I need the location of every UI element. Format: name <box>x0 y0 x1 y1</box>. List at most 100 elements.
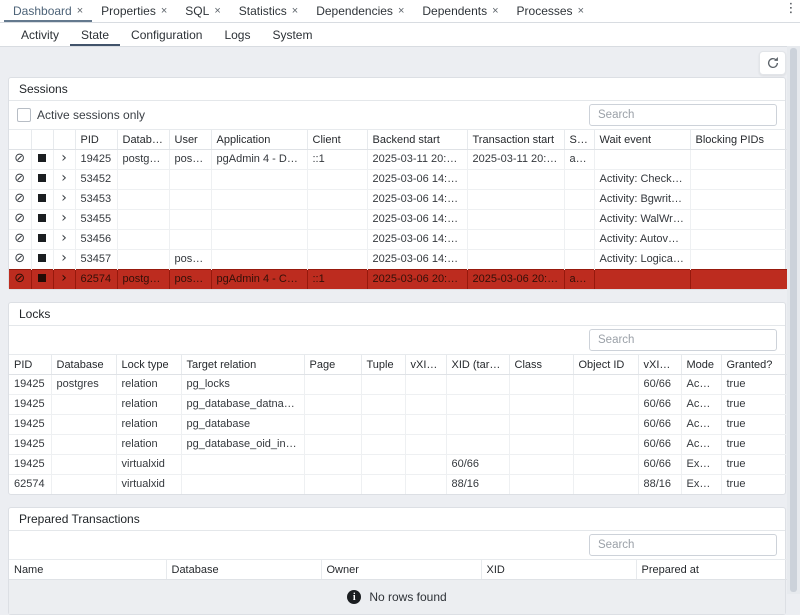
cell-database[interactable] <box>51 395 116 415</box>
cell-page[interactable] <box>304 455 361 475</box>
terminate-session-icon[interactable] <box>38 214 46 222</box>
column-header-name[interactable]: Name <box>9 560 166 580</box>
column-header-database[interactable]: Database <box>51 355 116 375</box>
cell-xid-target-[interactable]: 60/66 <box>446 455 509 475</box>
prepared-search-input[interactable] <box>589 534 777 556</box>
close-icon[interactable]: × <box>398 6 404 17</box>
cell-vxid-t-[interactable] <box>405 415 446 435</box>
cell-vxid-[interactable]: 60/66 <box>638 435 681 455</box>
cell-class[interactable] <box>509 475 573 495</box>
cell-application[interactable]: pgAdmin 4 - CONN:6... <box>211 270 307 290</box>
cell-client[interactable] <box>307 170 367 190</box>
cell-target-relation[interactable]: pg_locks <box>181 375 304 395</box>
cell-mode[interactable]: Exclusi... <box>681 475 721 495</box>
cell-vxid-[interactable]: 60/66 <box>638 395 681 415</box>
cell-transaction-start[interactable] <box>467 170 564 190</box>
lock-row[interactable]: 62574virtualxid88/1688/16Exclusi...true <box>9 475 787 495</box>
terminate-session-icon[interactable] <box>38 154 46 162</box>
cell-class[interactable] <box>509 435 573 455</box>
close-icon[interactable]: × <box>161 6 167 17</box>
cell-client[interactable] <box>307 230 367 250</box>
cell-vxid-t-[interactable] <box>405 475 446 495</box>
cell-lock-type[interactable]: relation <box>116 395 181 415</box>
cell-page[interactable] <box>304 395 361 415</box>
expand-row-icon[interactable]: › <box>61 252 67 264</box>
cell-database[interactable] <box>117 170 169 190</box>
cell-tuple[interactable] <box>361 475 405 495</box>
scrollbar-thumb[interactable] <box>790 48 797 592</box>
cell-page[interactable] <box>304 435 361 455</box>
column-header-target-relation[interactable]: Target relation <box>181 355 304 375</box>
cell-mode[interactable]: Acces... <box>681 375 721 395</box>
refresh-button[interactable] <box>759 51 786 75</box>
expand-row-icon[interactable]: › <box>61 152 67 164</box>
cell-database[interactable] <box>117 210 169 230</box>
cell-pid[interactable]: 62574 <box>9 475 51 495</box>
expand-row-icon[interactable]: › <box>61 172 67 184</box>
cell-application[interactable]: pgAdmin 4 - DB:post... <box>211 150 307 170</box>
cell-wait-event[interactable]: Activity: Autovacuum... <box>594 230 690 250</box>
cell-client[interactable] <box>307 250 367 270</box>
cell-pid[interactable]: 53453 <box>75 190 117 210</box>
cell-pid[interactable]: 19425 <box>9 395 51 415</box>
session-row[interactable]: ⊘›53457postgr...2025-03-06 14:10:11 ...A… <box>9 250 787 270</box>
cell-class[interactable] <box>509 415 573 435</box>
cell-blocking-pids[interactable] <box>690 150 787 170</box>
session-row[interactable]: ⊘›62574postgrespostgr...pgAdmin 4 - CONN… <box>9 270 787 290</box>
column-header-class[interactable]: Class <box>509 355 573 375</box>
cancel-session-icon[interactable]: ⊘ <box>14 152 25 165</box>
tab-sql[interactable]: SQL× <box>176 0 229 22</box>
lock-row[interactable]: 19425relationpg_database_oid_index60/66A… <box>9 435 787 455</box>
lock-row[interactable]: 19425relationpg_database60/66Acces...tru… <box>9 415 787 435</box>
cell-lock-type[interactable]: relation <box>116 435 181 455</box>
tab-statistics[interactable]: Statistics× <box>230 0 307 22</box>
cell-vxid-[interactable]: 60/66 <box>638 375 681 395</box>
close-icon[interactable]: × <box>214 6 220 17</box>
cell-pid[interactable]: 19425 <box>9 375 51 395</box>
column-header-database[interactable]: Database <box>117 130 169 150</box>
cell-blocking-pids[interactable] <box>690 190 787 210</box>
lock-row[interactable]: 19425relationpg_database_datname_ind...6… <box>9 395 787 415</box>
cancel-session-icon[interactable]: ⊘ <box>14 232 25 245</box>
cell-wait-event[interactable]: Activity: BgwriterHib... <box>594 190 690 210</box>
cell-vxid-[interactable]: 60/66 <box>638 455 681 475</box>
cell-user[interactable]: postgr... <box>169 250 211 270</box>
cell-blocking-pids[interactable] <box>690 250 787 270</box>
terminate-session-icon[interactable] <box>38 234 46 242</box>
column-header-transaction-start[interactable]: Transaction start <box>467 130 564 150</box>
close-icon[interactable]: × <box>492 6 498 17</box>
cell-tuple[interactable] <box>361 375 405 395</box>
tab-dependents[interactable]: Dependents× <box>413 0 507 22</box>
cell-blocking-pids[interactable] <box>690 210 787 230</box>
column-header-mode[interactable]: Mode <box>681 355 721 375</box>
cell-granted-[interactable]: true <box>721 475 787 495</box>
cell-application[interactable] <box>211 170 307 190</box>
cell-user[interactable] <box>169 190 211 210</box>
cell-transaction-start[interactable] <box>467 210 564 230</box>
session-row[interactable]: ⊘›534552025-03-06 14:10:11 ...Activity: … <box>9 210 787 230</box>
cell-xid-target-[interactable] <box>446 375 509 395</box>
terminate-session-icon[interactable] <box>38 274 46 282</box>
cell-state[interactable] <box>564 210 594 230</box>
cell-pid[interactable]: 62574 <box>75 270 117 290</box>
cell-backend-start[interactable]: 2025-03-06 14:10:11 ... <box>367 230 467 250</box>
column-header-vxid-[interactable]: vXID (... <box>638 355 681 375</box>
cell-granted-[interactable]: true <box>721 435 787 455</box>
lock-row[interactable]: 19425virtualxid60/6660/66Exclusi...true <box>9 455 787 475</box>
terminate-session-icon[interactable] <box>38 174 46 182</box>
cell-client[interactable] <box>307 210 367 230</box>
cell-pid[interactable]: 53456 <box>75 230 117 250</box>
cell-page[interactable] <box>304 375 361 395</box>
cell-target-relation[interactable]: pg_database <box>181 415 304 435</box>
session-row[interactable]: ⊘›534522025-03-06 14:10:11 ...Activity: … <box>9 170 787 190</box>
cell-lock-type[interactable]: relation <box>116 415 181 435</box>
kebab-menu-icon[interactable]: ⋮ <box>784 1 798 16</box>
cell-pid[interactable]: 19425 <box>9 435 51 455</box>
cell-user[interactable] <box>169 230 211 250</box>
cell-wait-event[interactable] <box>594 270 690 290</box>
cell-database[interactable]: postgres <box>117 150 169 170</box>
cell-pid[interactable]: 19425 <box>9 415 51 435</box>
cell-pid[interactable]: 53452 <box>75 170 117 190</box>
cell-database[interactable] <box>117 190 169 210</box>
locks-search-input[interactable] <box>589 329 777 351</box>
